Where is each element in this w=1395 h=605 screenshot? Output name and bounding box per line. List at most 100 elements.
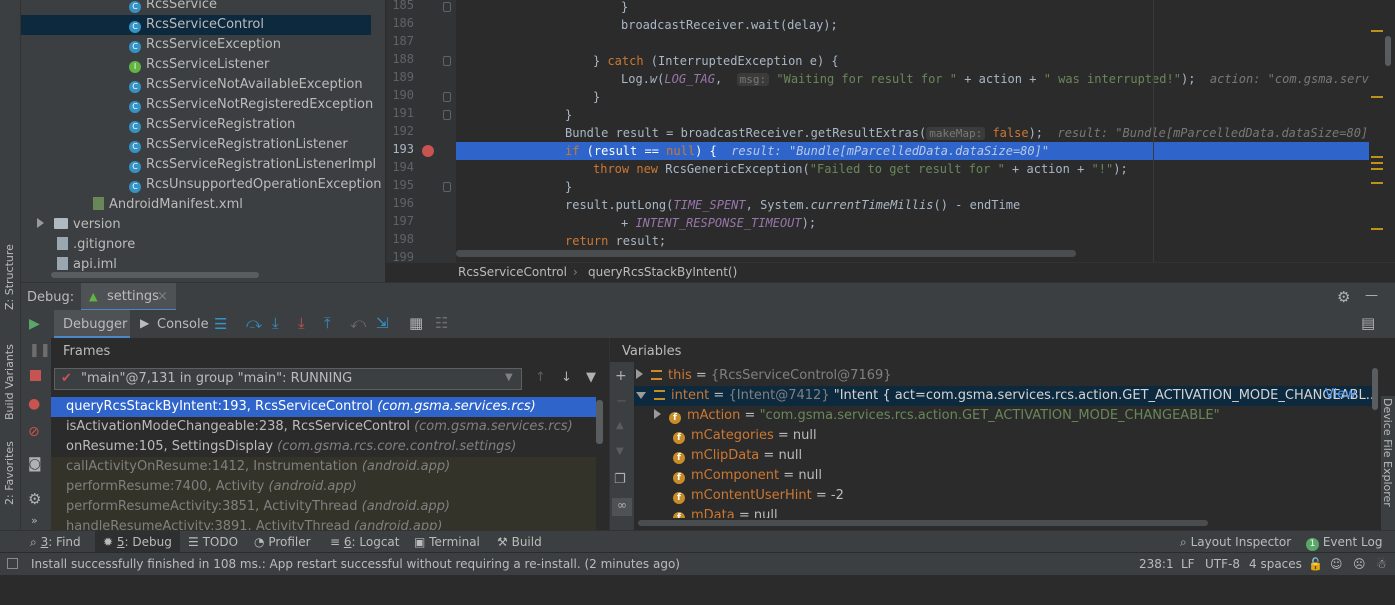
variable-row[interactable]: this = {RcsServiceControl@7169}	[636, 366, 892, 386]
run-to-cursor-icon[interactable]: ⇲	[376, 314, 389, 332]
variable-row[interactable]: f mData = null	[673, 506, 778, 518]
more-icon[interactable]: »	[31, 514, 38, 527]
tab-console[interactable]: Console	[157, 317, 209, 332]
build-tab[interactable]: ⚒ Build	[497, 534, 542, 550]
device-file-explorer-tab[interactable]: Device File Explorer	[1381, 396, 1395, 530]
logcat-tab[interactable]: ≡ 6: Logcat	[330, 534, 399, 550]
tree-item[interactable]: C RcsUnsupportedOperationException	[129, 175, 382, 195]
tree-item[interactable]: I RcsServiceListener	[129, 55, 269, 75]
breakpoint-icon[interactable]	[422, 145, 434, 157]
caret-position[interactable]: 238:1	[1139, 557, 1174, 571]
view-link[interactable]: View	[1325, 387, 1356, 402]
remove-icon[interactable]: −	[616, 394, 627, 409]
variable-row[interactable]: f mComponent = null	[673, 466, 822, 486]
tree-item[interactable]: C RcsServiceException	[129, 35, 281, 55]
close-icon[interactable]: ×	[157, 289, 168, 304]
variable-row[interactable]: f mContentUserHint = -2	[673, 486, 844, 506]
filter-icon[interactable]: ▼	[586, 370, 596, 385]
move-up-icon[interactable]: ▲	[616, 420, 624, 431]
code-editor[interactable]: } broadcastReceiver.wait(delay); } catch…	[456, 0, 1369, 262]
layout-icon[interactable]: ▤	[1361, 314, 1375, 332]
debug-tab[interactable]: ✹ 5: Debug	[95, 531, 180, 553]
todo-tab[interactable]: ☰ TODO	[188, 534, 238, 550]
variables-horizontal-scrollbar[interactable]	[638, 520, 1208, 526]
variable-row[interactable]: f mAction = "com.gsma.services.rcs.action…	[654, 406, 1220, 426]
variable-row-selected[interactable]: intent = {Intent@7412} "Intent { act=com…	[634, 386, 1378, 406]
editor-vertical-scrollbar[interactable]	[1385, 36, 1391, 66]
settings-icon[interactable]: ⚙	[28, 490, 41, 508]
breadcrumb-method[interactable]: queryRcsStackByIntent()	[588, 265, 737, 279]
tree-item[interactable]: C RcsServiceNotRegisteredException	[129, 95, 373, 115]
lock-icon[interactable]: 🔓	[1308, 557, 1323, 571]
copy-icon[interactable]: ❐	[614, 472, 626, 487]
variable-row[interactable]: f mClipData = null	[673, 446, 802, 466]
find-tab[interactable]: ⌕ 3: Find	[30, 534, 81, 550]
watches-icon[interactable]: ∞	[612, 498, 632, 516]
drop-frame-icon[interactable]: ⤺	[350, 314, 366, 332]
tree-item[interactable]: C RcsServiceRegistration	[129, 115, 295, 135]
tree-item[interactable]: C RcsServiceRegistrationListenerImpl	[129, 155, 376, 175]
editor-error-stripe[interactable]	[1369, 0, 1395, 262]
frame-row[interactable]: callActivityOnResume:1412, Instrumentati…	[51, 457, 596, 477]
arrow-down-icon[interactable]: ↓	[561, 370, 572, 385]
frame-row[interactable]: isActivationModeChangeable:238, RcsServi…	[51, 417, 596, 437]
stop-icon[interactable]	[30, 370, 41, 381]
thread-selector[interactable]: ✔ "main"@7,131 in group "main": RUNNING …	[54, 368, 522, 390]
gear-icon[interactable]: ⚙	[1337, 288, 1350, 306]
step-out-icon[interactable]: ⤒	[324, 314, 331, 332]
notification-icon[interactable]: ☃	[1376, 557, 1387, 571]
terminal-tab[interactable]: ▣ Terminal	[414, 534, 480, 550]
arrow-up-icon[interactable]: ↑	[535, 370, 546, 385]
file-encoding[interactable]: UTF-8	[1205, 557, 1240, 571]
tree-horizontal-scrollbar[interactable]	[51, 272, 259, 278]
happy-face-icon[interactable]: ☺	[1330, 557, 1343, 571]
breadcrumb-class[interactable]: RcsServiceControl	[458, 265, 567, 279]
pause-icon[interactable]: ❚❚	[29, 343, 51, 358]
fold-icon[interactable]	[443, 2, 451, 12]
fold-icon[interactable]	[443, 182, 451, 192]
fold-icon[interactable]	[443, 56, 451, 66]
frame-row[interactable]: onResume:105, SettingsDisplay (com.gsma.…	[51, 437, 596, 457]
view-breakpoints-icon[interactable]: ●	[28, 396, 40, 412]
frame-row[interactable]: performResume:7400, Activity (android.ap…	[51, 477, 596, 497]
layout-inspector-tab[interactable]: ⌕ Layout Inspector	[1180, 534, 1291, 550]
minimize-icon[interactable]: —	[1365, 288, 1378, 303]
tab-debugger[interactable]: Debugger	[54, 310, 130, 338]
variable-row[interactable]: f mCategories = null	[673, 426, 817, 446]
add-icon[interactable]: +	[615, 368, 627, 384]
frames-scrollbar[interactable]	[596, 400, 603, 444]
move-down-icon[interactable]: ▼	[616, 446, 624, 457]
tree-item[interactable]: AndroidManifest.xml	[93, 195, 243, 215]
fold-icon[interactable]	[443, 110, 451, 120]
variables-vertical-scrollbar[interactable]	[1372, 368, 1378, 410]
step-over-icon[interactable]: ⤼	[246, 314, 262, 332]
tree-item[interactable]: C RcsService	[129, 0, 217, 15]
debug-session-tab[interactable]: ▲ settings ×	[81, 283, 176, 311]
event-log-tab[interactable]: 1 Event Log	[1306, 534, 1382, 551]
frame-row[interactable]: handleResumeActivity:3891, ActivityThrea…	[51, 517, 596, 530]
sad-face-icon[interactable]: ☹	[1353, 557, 1366, 571]
tree-item[interactable]: .gitignore	[57, 235, 135, 255]
resume-icon[interactable]: ▶	[29, 316, 40, 332]
tree-item-selected[interactable]: C RcsServiceControl	[21, 15, 371, 35]
expand-arrow-icon[interactable]	[37, 218, 44, 228]
camera-icon[interactable]: ◙	[28, 456, 42, 472]
tree-item[interactable]: C RcsServiceRegistrationListener	[129, 135, 348, 155]
editor-horizontal-scrollbar[interactable]	[456, 250, 1076, 257]
profiler-tab[interactable]: ◔ Profiler	[254, 534, 311, 550]
line-separator[interactable]: LF	[1181, 557, 1195, 571]
frame-row[interactable]: performResumeActivity:3851, ActivityThre…	[51, 497, 596, 517]
fold-icon[interactable]	[443, 92, 451, 102]
mute-breakpoints-icon[interactable]: ⊘	[28, 424, 40, 440]
evaluate-expression-icon[interactable]: ▦	[409, 314, 423, 332]
show-execution-point-icon[interactable]: ☰	[214, 315, 227, 333]
frame-row[interactable]: queryRcsStackByIntent:193, RcsServiceCon…	[51, 397, 596, 417]
trace-icon[interactable]: ☷	[435, 314, 448, 332]
tree-item[interactable]: C RcsServiceNotAvailableException	[129, 75, 363, 95]
toggle-tool-windows-icon[interactable]	[7, 558, 18, 569]
tree-item[interactable]: version	[37, 215, 121, 235]
indent-setting[interactable]: 4 spaces	[1249, 557, 1302, 571]
force-step-into-icon[interactable]: ⤓	[298, 314, 305, 332]
debug-label: Debug:	[27, 290, 75, 305]
step-into-icon[interactable]: ⤓	[272, 314, 279, 332]
